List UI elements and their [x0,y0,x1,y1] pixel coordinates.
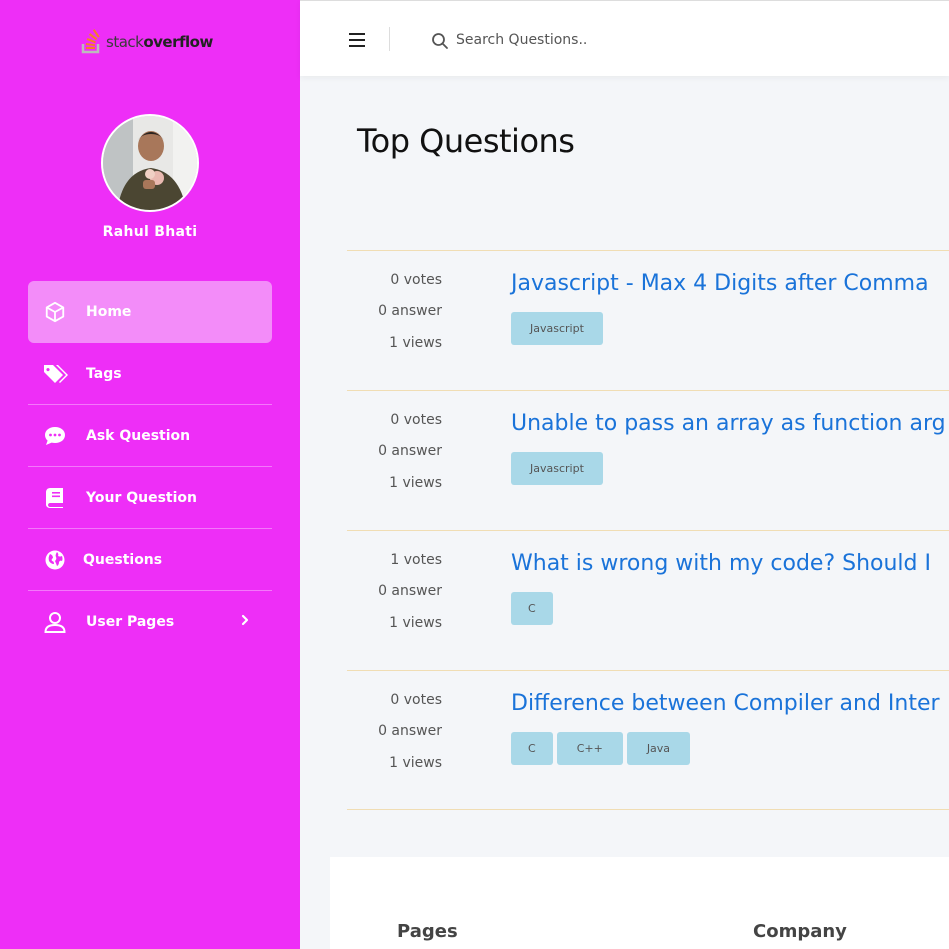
sidebar-item-your-question[interactable]: Your Question [28,467,272,529]
view-count: 1 views [389,615,442,631]
question-title-link[interactable]: What is wrong with my code? Should I [511,551,931,576]
user-icon [40,607,70,637]
footer: Pages Company [330,857,949,949]
view-count: 1 views [389,475,442,491]
topbar-divider [389,27,390,51]
sidebar-item-label: Questions [83,551,163,568]
tag-badge[interactable]: C++ [556,732,623,765]
sidebar-item-label: User Pages [86,614,175,630]
question-row: 0 votes 0 answer 1 views Javascript - Ma… [347,250,949,390]
view-count: 1 views [389,755,442,771]
user-name: Rahul Bhati [102,224,198,240]
sidebar-item-questions[interactable]: Questions [28,529,272,591]
vote-count: 0 votes [390,272,442,288]
sidebar: stackoverflow Rahul Bhati Home Tags Ask … [0,0,300,949]
sidebar-item-label: Home [86,304,132,320]
search-icon[interactable] [431,32,449,54]
brand-text-part2: overflow [143,33,213,51]
tags-icon [40,359,70,389]
sidebar-item-user-pages[interactable]: User Pages [28,591,272,653]
brand-text-part1: stack [106,33,144,51]
globe-icon [40,545,70,575]
tag-list: C C++ Java [511,732,691,765]
brand-logo[interactable]: stackoverflow [80,28,213,56]
chevron-right-icon [240,613,250,631]
sidebar-item-label: Your Question [86,489,197,506]
sidebar-item-label: Ask Question [86,427,191,444]
search-input[interactable] [456,28,856,52]
sidebar-nav: Home Tags Ask Question Your Question Que… [28,281,272,653]
vote-count: 0 votes [390,412,442,428]
footer-heading-pages: Pages [397,921,458,942]
answer-count: 0 answer [378,443,442,459]
cube-icon [40,297,70,327]
tag-badge[interactable]: C [511,592,553,625]
top-bar [300,0,949,76]
tag-badge[interactable]: C [511,732,553,765]
question-title-link[interactable]: Javascript - Max 4 Digits after Comma [511,271,929,296]
question-title-link[interactable]: Difference between Compiler and Inter [511,691,940,716]
answer-count: 0 answer [378,723,442,739]
sidebar-item-ask-question[interactable]: Ask Question [28,405,272,467]
tag-list: C [511,592,553,625]
stackoverflow-logo-icon [80,29,104,55]
tag-badge[interactable]: Java [626,732,691,765]
tag-badge[interactable]: Javascript [511,452,603,485]
sidebar-item-label: Tags [86,365,122,382]
answer-count: 0 answer [378,583,442,599]
sidebar-item-home[interactable]: Home [28,281,272,343]
question-row: 0 votes 0 answer 1 views Unable to pass … [347,390,949,530]
tag-badge[interactable]: Javascript [511,312,603,345]
chat-bubble-icon [40,421,70,451]
avatar[interactable] [101,114,199,212]
view-count: 1 views [389,335,442,351]
hamburger-menu-icon[interactable] [348,30,368,50]
vote-count: 0 votes [390,692,442,708]
question-row: 1 votes 0 answer 1 views What is wrong w… [347,530,949,670]
sidebar-item-tags[interactable]: Tags [28,343,272,405]
page-title: Top Questions [357,122,575,160]
question-list: 0 votes 0 answer 1 views Javascript - Ma… [347,250,949,810]
question-row: 0 votes 0 answer 1 views Difference betw… [347,670,949,810]
answer-count: 0 answer [378,303,442,319]
tag-list: Javascript [511,452,603,485]
question-title-link[interactable]: Unable to pass an array as function arg [511,411,946,436]
tag-list: Javascript [511,312,603,345]
vote-count: 1 votes [390,552,442,568]
footer-heading-company: Company [753,921,847,942]
book-icon [40,483,70,513]
